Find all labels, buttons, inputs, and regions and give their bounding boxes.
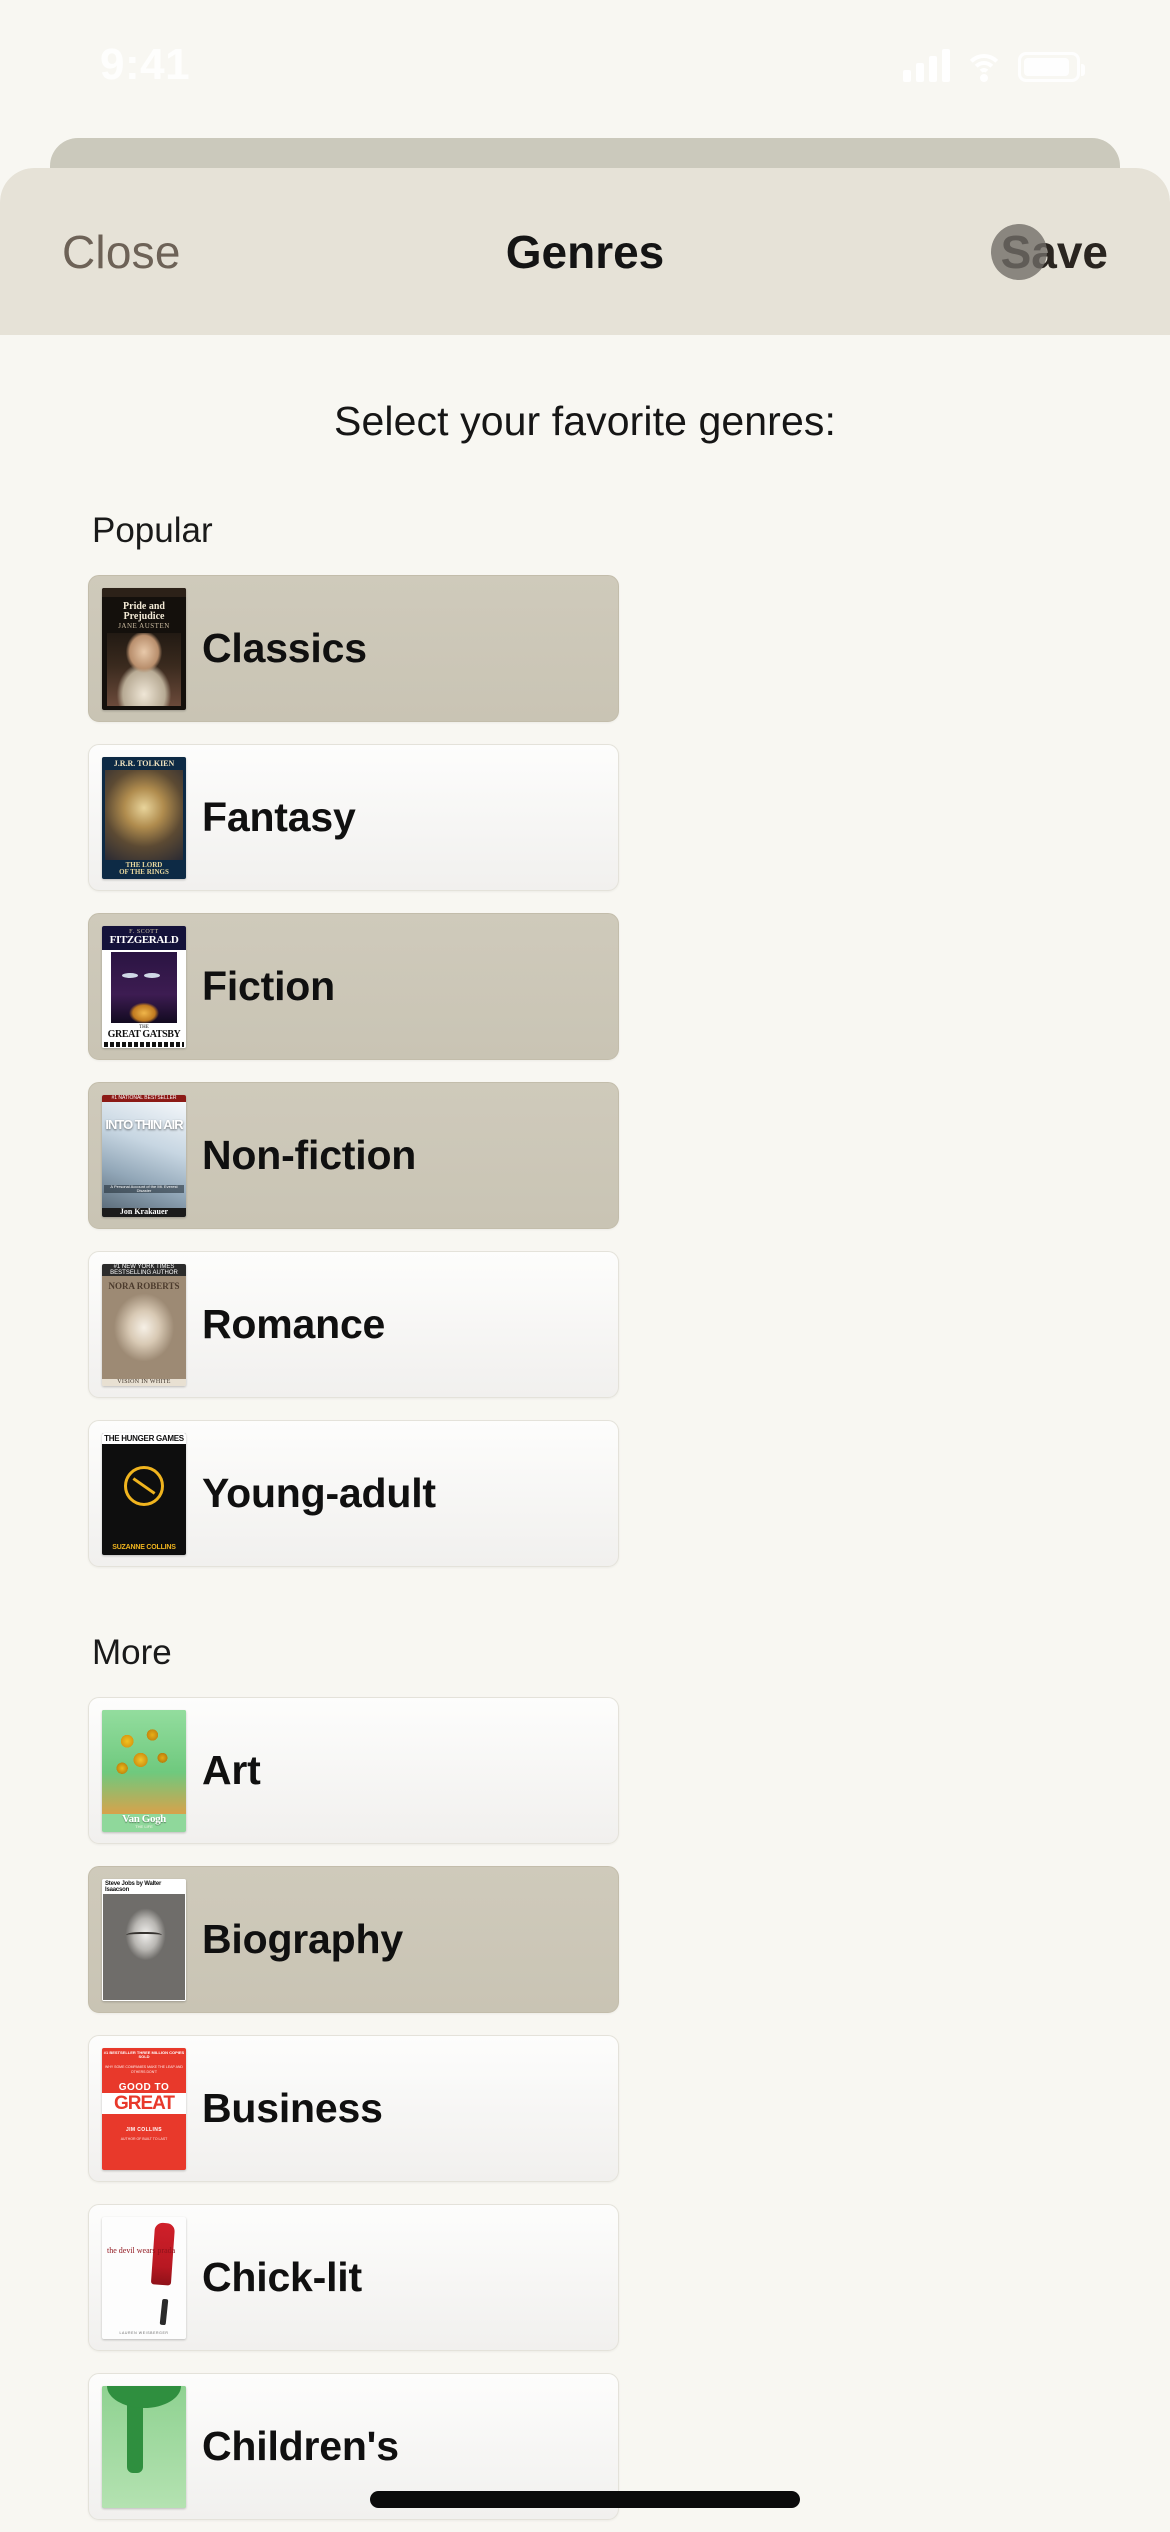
genre-grid-more: Van Gogh THE LIFE Art Steve Jobs by Walter … [88, 1697, 1082, 2532]
status-indicators [903, 48, 1085, 82]
genre-card-label: Chick-lit [202, 2254, 362, 2300]
genres-modal-sheet: Close Genres Save Select your favorite g… [0, 168, 1170, 2532]
genre-card-young-adult[interactable]: THE HUNGER GAMES SUZANNE COLLINS Young-adu… [88, 1420, 619, 1567]
genre-card-fiction[interactable]: F. SCOTT FITZGERALD THE GREAT GATSBY Fiction [88, 913, 619, 1060]
good-to-great-cover: #1 BESTSELLER THREE MILLION COPIES SOLD W… [102, 2047, 186, 2170]
the-devil-wears-prada-cover: the devil wears prada LAUREN WEISBERGER [102, 2216, 186, 2339]
genre-card-label: Business [202, 2085, 383, 2131]
genre-card-art[interactable]: Van Gogh THE LIFE Art [88, 1697, 619, 1844]
genre-card-non-fiction[interactable]: #1 NATIONAL BESTSELLER INTO THIN AIR A Per… [88, 1082, 619, 1229]
genre-card-fantasy[interactable]: J.R.R. TOLKIEN THE LORD OF THE RINGS Fantas… [88, 744, 619, 891]
wifi-icon [964, 52, 1004, 82]
genre-card-label: Children's [202, 2423, 399, 2469]
section-header-more: More [92, 1633, 172, 1672]
genre-card-label: Biography [202, 1916, 403, 1962]
genre-card-label: Young-adult [202, 1470, 436, 1516]
into-thin-air-cover: #1 NATIONAL BESTSELLER INTO THIN AIR A Per… [102, 1094, 186, 1217]
genre-card-romance[interactable]: #1 NEW YORK TIMES BESTSELLING AUTHOR NORA… [88, 1251, 619, 1398]
phone-screen: 9:41 Close Genres Save Select your favor… [0, 0, 1170, 2532]
genre-card-label: Fantasy [202, 794, 356, 840]
genre-card-label: Non-fiction [202, 1132, 417, 1178]
genre-card-label: Classics [202, 625, 367, 671]
modal-content: Select your favorite genres: Popular Prid… [0, 335, 1170, 2532]
van-gogh-cover: Van Gogh THE LIFE [102, 1709, 186, 1832]
modal-navigation-bar: Close Genres Save [0, 168, 1170, 335]
lord-of-the-rings-return-of-the-king-cover: J.R.R. TOLKIEN THE LORD OF THE RINGS [102, 756, 186, 879]
genre-card-label: Romance [202, 1301, 386, 1347]
genre-grid-popular: Pride and Prejudice JANE AUSTEN Classics J.… [88, 575, 1082, 1567]
genre-card-chick-lit[interactable]: the devil wears prada LAUREN WEISBERGER Ch… [88, 2204, 619, 2351]
cellular-signal-icon [903, 48, 950, 82]
status-time: 9:41 [100, 40, 191, 89]
status-bar: 9:41 [0, 0, 1170, 130]
touch-indicator-dot [990, 223, 1047, 280]
the-hunger-games-cover: THE HUNGER GAMES SUZANNE COLLINS [102, 1432, 186, 1555]
genre-card-biography[interactable]: Steve Jobs by Walter Isaacson Biography [88, 1866, 619, 2013]
genre-card-classics[interactable]: Pride and Prejudice JANE AUSTEN Classics [88, 575, 619, 722]
genre-card-business[interactable]: #1 BESTSELLER THREE MILLION COPIES SOLD W… [88, 2035, 619, 2182]
the-giving-tree-cover [102, 2385, 186, 2508]
steve-jobs-cover: Steve Jobs by Walter Isaacson [102, 1878, 186, 2001]
instruction-text: Select your favorite genres: [334, 398, 836, 444]
genre-sections: Popular Pride and Prejudice JANE AUSTEN Cla… [0, 445, 1170, 2532]
genre-card-label: Fiction [202, 963, 335, 1009]
pride-and-prejudice-cover: Pride and Prejudice JANE AUSTEN [102, 587, 186, 710]
the-great-gatsby-cover: F. SCOTT FITZGERALD THE GREAT GATSBY [102, 925, 186, 1048]
save-button-wrapper[interactable]: Save [990, 223, 1108, 280]
close-button[interactable]: Close [62, 225, 181, 279]
page-title: Genres [505, 225, 665, 278]
battery-icon [1018, 52, 1085, 82]
genre-card-label: Art [202, 1747, 261, 1793]
home-indicator[interactable] [370, 2491, 800, 2508]
section-header-popular: Popular [92, 511, 213, 550]
nora-roberts-vision-in-white-cover: #1 NEW YORK TIMES BESTSELLING AUTHOR NORA… [102, 1263, 186, 1386]
